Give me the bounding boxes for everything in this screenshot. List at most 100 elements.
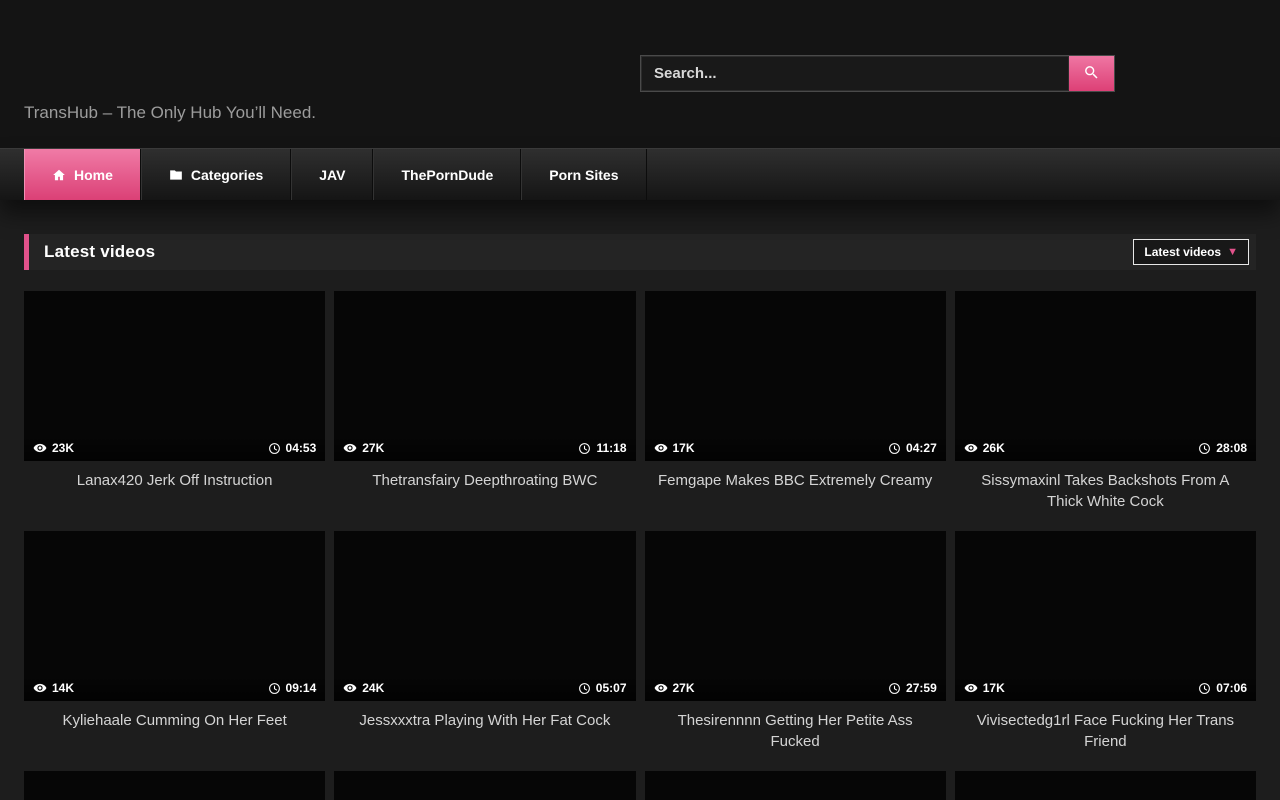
video-thumbnail[interactable]	[24, 771, 325, 800]
video-card[interactable]: 24K 05:07 Jessxxxtra Playing With Her Fa…	[334, 531, 635, 754]
video-meta: 14K 09:14	[24, 675, 325, 701]
view-count-label: 14K	[52, 681, 74, 695]
nav-item-home[interactable]: Home	[24, 149, 141, 200]
eye-icon	[654, 681, 668, 695]
clock-icon	[888, 442, 901, 455]
video-card[interactable]	[24, 771, 325, 800]
duration-label: 04:27	[906, 441, 937, 455]
video-title[interactable]: Thesirennnn Getting Her Petite Ass Fucke…	[645, 710, 946, 754]
clock-icon	[1198, 442, 1211, 455]
view-count-label: 27K	[362, 441, 384, 455]
duration-label: 05:07	[596, 681, 627, 695]
video-duration: 27:59	[888, 681, 937, 695]
video-meta: 23K 04:53	[24, 435, 325, 461]
video-card[interactable]: 26K 28:08 Sissymaxinl Takes Backshots Fr…	[955, 291, 1256, 514]
duration-label: 09:14	[286, 681, 317, 695]
site-header: TransHub – The Only Hub You’ll Need.	[0, 0, 1280, 148]
search-button[interactable]	[1069, 56, 1114, 91]
video-thumbnail[interactable]: 14K 09:14	[24, 531, 325, 701]
sort-dropdown[interactable]: Latest videos ▼	[1133, 239, 1249, 265]
duration-label: 07:06	[1216, 681, 1247, 695]
view-count-label: 24K	[362, 681, 384, 695]
video-card[interactable]	[334, 771, 635, 800]
video-thumbnail[interactable]: 23K 04:53	[24, 291, 325, 461]
duration-label: 28:08	[1216, 441, 1247, 455]
nav-item-label: Porn Sites	[549, 167, 618, 183]
video-thumbnail[interactable]	[645, 771, 946, 800]
video-duration: 05:07	[578, 681, 627, 695]
video-duration: 04:27	[888, 441, 937, 455]
video-title[interactable]: Sissymaxinl Takes Backshots From A Thick…	[955, 470, 1256, 514]
video-thumbnail[interactable]: 17K 07:06	[955, 531, 1256, 701]
nav-item-label: Home	[74, 167, 113, 183]
view-count: 23K	[33, 441, 74, 455]
nav-item-categories[interactable]: Categories	[141, 149, 291, 200]
eye-icon	[654, 441, 668, 455]
view-count-label: 23K	[52, 441, 74, 455]
section-title: Latest videos	[44, 242, 155, 262]
home-icon	[52, 168, 66, 182]
video-duration: 11:18	[578, 441, 626, 455]
sort-dropdown-label: Latest videos	[1144, 245, 1221, 259]
nav-item-label: ThePornDude	[401, 167, 493, 183]
eye-icon	[33, 681, 47, 695]
nav-item-theporndude[interactable]: ThePornDude	[373, 149, 521, 200]
view-count: 14K	[33, 681, 74, 695]
video-title[interactable]: Jessxxxtra Playing With Her Fat Cock	[334, 710, 635, 754]
section-header: Latest videos Latest videos ▼	[24, 234, 1256, 270]
video-duration: 09:14	[268, 681, 317, 695]
video-card[interactable]: 27K 27:59 Thesirennnn Getting Her Petite…	[645, 531, 946, 754]
clock-icon	[1198, 682, 1211, 695]
video-thumbnail[interactable]: 27K 11:18	[334, 291, 635, 461]
video-thumbnail[interactable]	[955, 771, 1256, 800]
view-count: 26K	[964, 441, 1005, 455]
video-title[interactable]: Kyliehaale Cumming On Her Feet	[24, 710, 325, 754]
eye-icon	[343, 441, 357, 455]
nav-item-jav[interactable]: JAV	[291, 149, 373, 200]
view-count: 17K	[964, 681, 1005, 695]
video-meta: 17K 07:06	[955, 675, 1256, 701]
chevron-down-icon: ▼	[1227, 247, 1238, 258]
nav-item-porn-sites[interactable]: Porn Sites	[521, 149, 646, 200]
clock-icon	[578, 442, 591, 455]
nav-item-label: JAV	[319, 167, 345, 183]
main-nav: Home Categories JAV ThePornDude Porn Sites	[0, 148, 1280, 200]
video-title[interactable]: Thetransfairy Deepthroating BWC	[334, 470, 635, 514]
video-thumbnail[interactable]: 27K 27:59	[645, 531, 946, 701]
video-thumbnail[interactable]: 24K 05:07	[334, 531, 635, 701]
video-duration: 28:08	[1198, 441, 1247, 455]
video-thumbnail[interactable]: 17K 04:27	[645, 291, 946, 461]
video-card[interactable]	[645, 771, 946, 800]
video-meta: 27K 27:59	[645, 675, 946, 701]
video-duration: 04:53	[268, 441, 317, 455]
video-title[interactable]: Femgape Makes BBC Extremely Creamy	[645, 470, 946, 514]
search-input[interactable]	[641, 56, 1069, 91]
video-title[interactable]: Lanax420 Jerk Off Instruction	[24, 470, 325, 514]
video-thumbnail[interactable]: 26K 28:08	[955, 291, 1256, 461]
view-count: 17K	[654, 441, 695, 455]
duration-label: 27:59	[906, 681, 937, 695]
video-thumbnail[interactable]	[334, 771, 635, 800]
video-card[interactable]: 27K 11:18 Thetransfairy Deepthroating BW…	[334, 291, 635, 514]
eye-icon	[964, 441, 978, 455]
view-count: 27K	[343, 441, 384, 455]
video-card[interactable]: 17K 04:27 Femgape Makes BBC Extremely Cr…	[645, 291, 946, 514]
video-title[interactable]: Vivisectedg1rl Face Fucking Her Trans Fr…	[955, 710, 1256, 754]
search-bar	[640, 55, 1115, 92]
view-count: 24K	[343, 681, 384, 695]
video-card[interactable]: 17K 07:06 Vivisectedg1rl Face Fucking He…	[955, 531, 1256, 754]
video-duration: 07:06	[1198, 681, 1247, 695]
eye-icon	[964, 681, 978, 695]
video-meta: 17K 04:27	[645, 435, 946, 461]
duration-label: 11:18	[596, 441, 626, 455]
video-card[interactable]	[955, 771, 1256, 800]
view-count-label: 17K	[983, 681, 1005, 695]
video-card[interactable]: 14K 09:14 Kyliehaale Cumming On Her Feet	[24, 531, 325, 754]
folder-icon	[169, 168, 183, 182]
clock-icon	[578, 682, 591, 695]
video-card[interactable]: 23K 04:53 Lanax420 Jerk Off Instruction	[24, 291, 325, 514]
video-meta: 27K 11:18	[334, 435, 635, 461]
main-content: Latest videos Latest videos ▼ 23K 04:53	[0, 200, 1280, 800]
clock-icon	[888, 682, 901, 695]
view-count: 27K	[654, 681, 695, 695]
